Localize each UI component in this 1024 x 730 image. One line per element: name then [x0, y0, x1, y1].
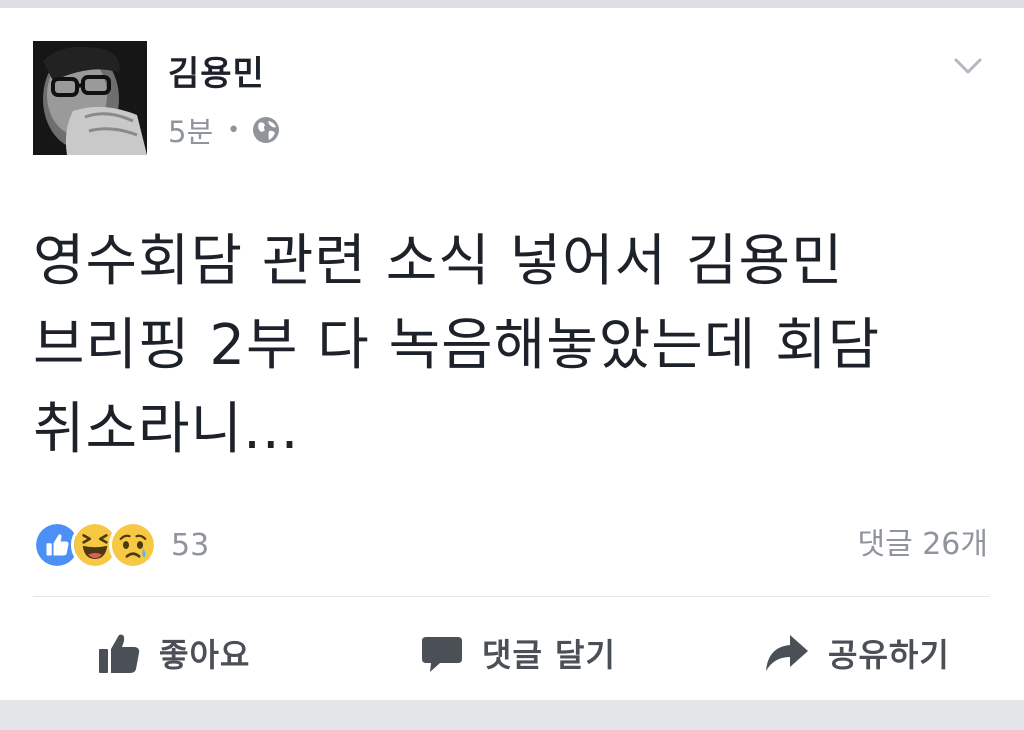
chevron-down-icon[interactable]: [950, 50, 986, 80]
post-time[interactable]: 5분: [168, 109, 213, 151]
share-arrow-icon: [766, 635, 808, 671]
comment-count[interactable]: 댓글 26개: [857, 520, 988, 570]
thumbs-up-icon: [99, 634, 140, 673]
like-button[interactable]: 좋아요: [97, 620, 250, 686]
post-meta: 5분 •: [168, 110, 280, 150]
feed-gap: [0, 700, 1024, 730]
like-label: 좋아요: [159, 636, 251, 674]
post-text: 영수회담 관련 소식 넣어서 김용민 브리핑 2부 다 녹음해놓았는데 회담 취…: [33, 220, 993, 472]
author-name[interactable]: 김용민: [168, 52, 265, 96]
post-text-line: 영수회담 관련 소식 넣어서 김용민: [33, 229, 844, 294]
post-text-line: 브리핑 2부 다 녹음해놓았는데 회담: [33, 313, 881, 378]
globe-icon: [253, 117, 280, 143]
sad-reaction-icon: [109, 521, 157, 569]
divider: [33, 596, 990, 597]
comment-label: 댓글 달기: [482, 636, 616, 674]
comment-button[interactable]: 댓글 달기: [420, 620, 616, 686]
post-text-line: 취소라니...: [33, 397, 300, 462]
reactions-summary[interactable]: 53: [33, 520, 209, 570]
meta-separator: •: [227, 117, 241, 143]
avatar[interactable]: [33, 41, 147, 155]
reaction-count: 53: [171, 527, 210, 563]
avatar-photo: [33, 41, 147, 155]
comment-bubble-icon: [422, 637, 462, 672]
post-card: 김용민 5분 • 영수회담 관련 소식 넣어서 김용민 브리핑 2부 다 녹음해…: [0, 8, 1024, 700]
share-label: 공유하기: [828, 636, 950, 674]
share-button[interactable]: 공유하기: [764, 620, 950, 686]
